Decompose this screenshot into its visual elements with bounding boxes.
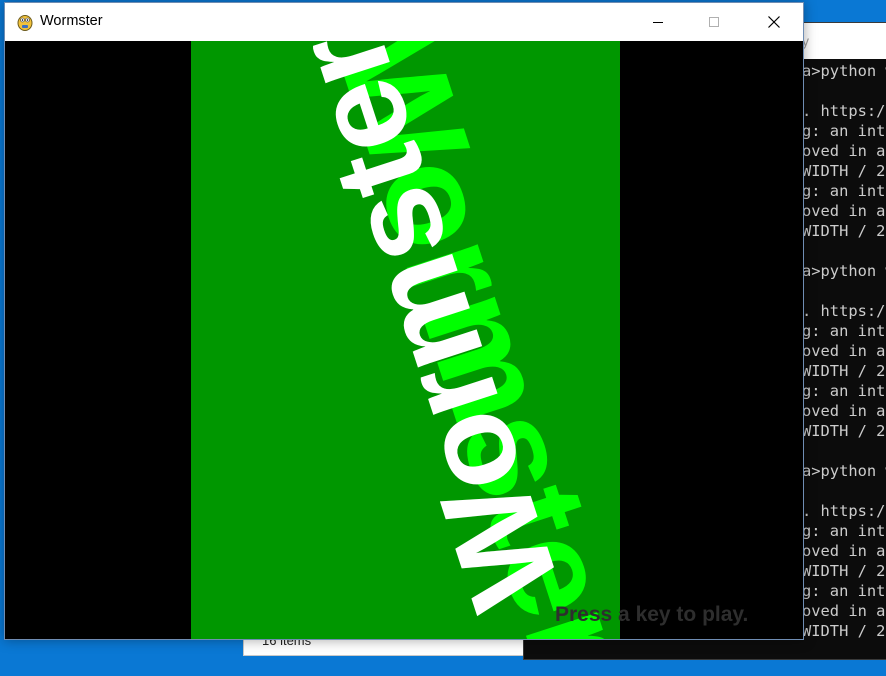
- console-line: . https:/: [802, 502, 886, 520]
- console-line: . https:/: [802, 302, 886, 320]
- console-line: oved in a: [802, 602, 886, 620]
- close-icon: [768, 16, 780, 28]
- press-key-prompt: Press a key to play.: [555, 603, 749, 626]
- console-line: g: an inte: [802, 122, 886, 140]
- console-line: a>python w: [802, 62, 886, 80]
- console-output: a>python w . https:/ g: an inte oved in a WI…: [802, 61, 886, 641]
- window-title: Wormster: [40, 13, 103, 29]
- console-line: WIDTH / 2: [802, 622, 886, 640]
- console-line: oved in a: [802, 542, 886, 560]
- close-button[interactable]: [751, 3, 797, 41]
- title-bar[interactable]: Wormster: [5, 3, 803, 41]
- console-line: oved in a: [802, 342, 886, 360]
- console-line: . https:/: [802, 102, 886, 120]
- console-line: g: an inte: [802, 522, 886, 540]
- console-line: g: an inte: [802, 182, 886, 200]
- console-line: WIDTH / 2: [802, 562, 886, 580]
- console-line: a>python w: [802, 262, 886, 280]
- minimize-button[interactable]: [635, 3, 681, 41]
- console-line: g: an inte: [802, 322, 886, 340]
- pygame-snake-icon: [17, 15, 33, 31]
- console-line: g: an inte: [802, 582, 886, 600]
- console-line: g: an inte: [802, 382, 886, 400]
- game-canvas[interactable]: Wormster Wormster! Press a key to play.: [5, 41, 803, 639]
- console-line: WIDTH / 2: [802, 222, 886, 240]
- title-screen-panel: Wormster Wormster!: [191, 41, 620, 639]
- minimize-icon: [653, 22, 663, 23]
- console-line: WIDTH / 2: [802, 362, 886, 380]
- title-art: Wormster Wormster!: [255, 41, 620, 639]
- maximize-button[interactable]: [691, 3, 737, 41]
- maximize-icon: [709, 17, 719, 27]
- console-line: WIDTH / 2: [802, 162, 886, 180]
- console-line: oved in a: [802, 402, 886, 420]
- console-line: a>python w: [802, 462, 886, 480]
- console-line: oved in a: [802, 202, 886, 220]
- console-line: WIDTH / 2: [802, 422, 886, 440]
- console-line: oved in a: [802, 142, 886, 160]
- game-window[interactable]: Wormster Wormster Wormster! Press a key …: [4, 2, 804, 640]
